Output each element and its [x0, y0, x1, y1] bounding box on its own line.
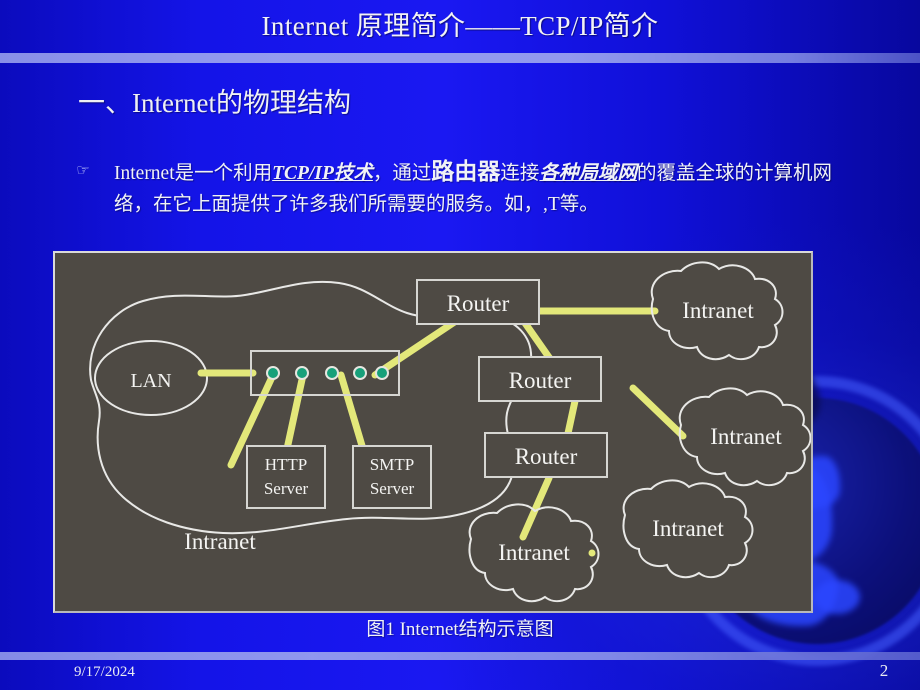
hub-port-2 [295, 366, 309, 380]
bullet-seg-3: ，通过 [372, 163, 432, 184]
intranet-cloud-1-label: Intranet [682, 298, 754, 323]
footer-page-number: 2 [879, 661, 889, 680]
hub-port-1 [266, 366, 280, 380]
router-top-label: Router [447, 291, 510, 316]
intranet-enclosure-label: Intranet [184, 529, 256, 554]
bullet-emphasis-lans: 各种局域网 [539, 163, 637, 184]
hub-port-4 [353, 366, 367, 380]
bullet-seg-8: ,T等。 [543, 194, 599, 215]
link-hub-smtp [337, 371, 367, 453]
intranet-cloud-1: Intranet [650, 261, 784, 361]
router-top: Router [416, 279, 540, 325]
smtp-server-box: SMTP Server [352, 445, 432, 509]
link-lines-right [519, 307, 687, 541]
network-diagram: LAN Router Router Router HTTP Server SMT… [89, 261, 811, 603]
section-heading: 一、Internet的物理结构 [78, 88, 351, 118]
pointing-hand-icon: ☞ [76, 163, 90, 179]
bullet-seg-5: 连接 [500, 163, 540, 184]
link-routermid-cloud2 [629, 384, 687, 440]
router-mid-label: Router [509, 368, 572, 393]
http-server-box: HTTP Server [246, 445, 326, 509]
slide-title: Internet 原理简介——TCP/IP简介 [261, 11, 659, 41]
hub-port-5 [375, 366, 389, 380]
figure-caption: 图1 Internet结构示意图 [366, 619, 554, 640]
intranet-cloud-2: Intranet [678, 387, 811, 487]
globe-landmass [814, 580, 860, 614]
bullet-paragraph: Internet是一个利用TCP/IP技术，通过路由器连接各种局域网的覆盖全球的… [114, 157, 854, 220]
link-hub-http-b [283, 371, 307, 453]
hub-port-3 [325, 366, 339, 380]
router-mid: Router [478, 356, 602, 402]
intranet-cloud-4-label: Intranet [652, 516, 724, 541]
title-divider [0, 53, 920, 63]
intranet-cloud-3-label: Intranet [498, 540, 570, 565]
http-server-label-line2: Server [264, 479, 309, 498]
lan-label: LAN [130, 370, 171, 392]
bullet-item: ☞ Internet是一个利用TCP/IP技术，通过路由器连接各种局域网的覆盖全… [72, 157, 854, 220]
bullet-seg-1: Internet是一个利用 [114, 163, 273, 184]
bullet-emphasis-tcpip: TCP/IP技术 [272, 163, 373, 184]
http-server-label-line1: HTTP [265, 455, 308, 474]
router-bottom-label: Router [515, 444, 578, 469]
router-bottom: Router [484, 432, 608, 478]
intranet-cloud-4: Intranet [622, 479, 754, 579]
slide-canvas: Internet 原理简介——TCP/IP简介 一、Internet的物理结构 … [0, 0, 920, 690]
hub-ports [266, 366, 389, 380]
smtp-server-label-line1: SMTP [370, 455, 414, 474]
smtp-server-label-line2: Server [370, 479, 415, 498]
network-diagram-panel: LAN Router Router Router HTTP Server SMT… [53, 251, 813, 613]
footer-divider [0, 652, 920, 660]
intranet-cloud-2-label: Intranet [710, 424, 782, 449]
footer-date: 9/17/2024 [74, 664, 135, 680]
bullet-emphasis-router: 路由器 [431, 159, 501, 185]
